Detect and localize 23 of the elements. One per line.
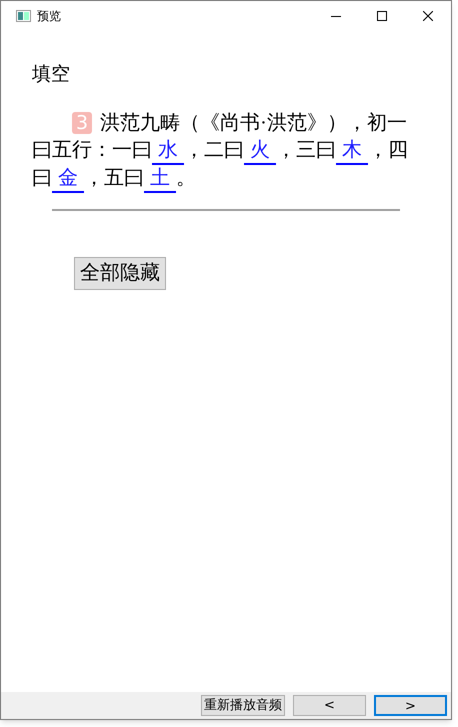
number-badge: 3 xyxy=(72,112,92,134)
fill-in-line: 水 xyxy=(152,138,184,164)
app-icon xyxy=(16,10,31,22)
previous-button[interactable]: < xyxy=(293,695,366,716)
question-text: ，三曰 xyxy=(276,138,336,160)
question-text: ，四 xyxy=(368,138,408,160)
window-title: 预览 xyxy=(37,8,61,25)
section-heading: 填空 xyxy=(32,63,70,87)
fill-in-line: 金 xyxy=(52,166,84,192)
close-icon xyxy=(423,11,433,21)
question-text: ，五曰 xyxy=(84,166,144,188)
question-text: 。 xyxy=(176,166,196,188)
replay-audio-button[interactable]: 重新播放音频 xyxy=(201,695,285,716)
question-text: 洪范九畴（《尚书·洪范》），初一 xyxy=(100,112,407,134)
next-button[interactable]: > xyxy=(374,695,447,716)
question-text: 曰 xyxy=(32,166,52,188)
question-text: 曰五行：一曰 xyxy=(32,138,152,160)
hide-all-button[interactable]: 全部隐藏 xyxy=(74,256,166,290)
maximize-icon xyxy=(377,11,387,21)
question-text: ，二曰 xyxy=(184,138,244,160)
fill-in-line: 木 xyxy=(336,138,368,164)
fill-in-line: 土 xyxy=(144,166,176,192)
fill-in-line: 火 xyxy=(244,138,276,164)
